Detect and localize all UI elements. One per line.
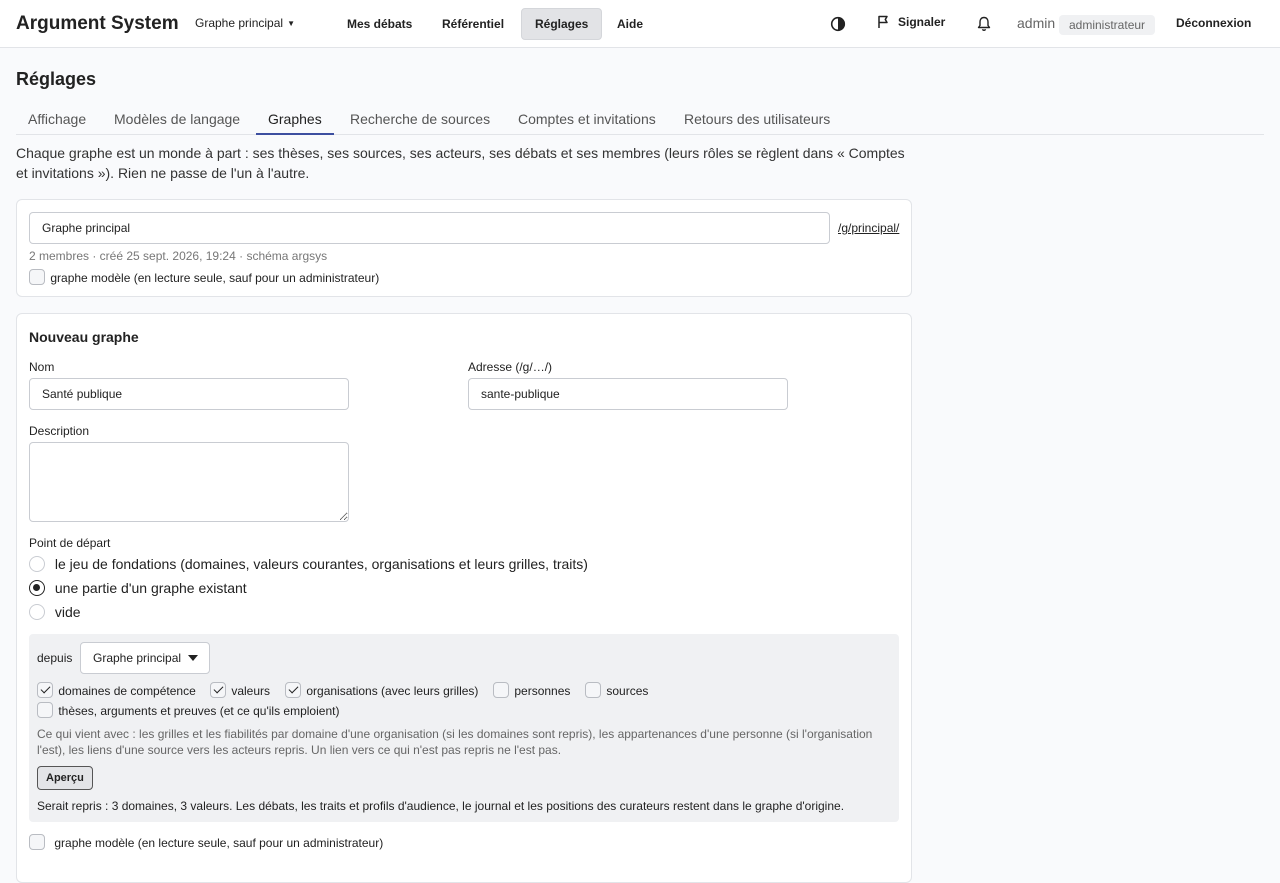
intro-text: Chaque graphe est un monde à part : ses … — [16, 145, 905, 181]
existing-graph-card: /g/principal/ 2 membres · créé 25 sept. … — [16, 199, 912, 297]
from-label: depuis — [37, 651, 73, 665]
logout-button[interactable]: Déconnexion — [1176, 16, 1251, 30]
caret-down-icon: ▼ — [287, 19, 295, 28]
include-persons-checkbox[interactable] — [493, 682, 509, 698]
name-input[interactable] — [29, 378, 349, 410]
include-domains-option[interactable]: domaines de compétence — [37, 682, 196, 698]
include-theses-label: thèses, arguments et preuves (et ce qu'i… — [58, 704, 340, 718]
new-template-option[interactable]: graphe modèle (en lecture seule, sauf po… — [29, 834, 383, 850]
include-values-checkbox[interactable] — [210, 682, 226, 698]
role-badge: administrateur — [1059, 15, 1156, 35]
app-brand[interactable]: Argument System — [16, 13, 179, 35]
source-graph-select[interactable]: Graphe principal — [80, 642, 210, 674]
description-textarea[interactable] — [29, 442, 349, 522]
carry-over-note: Ce qui vient avec : les grilles et les f… — [37, 727, 873, 757]
new-template-checkbox[interactable] — [29, 834, 45, 850]
name-label: Nom — [29, 360, 55, 374]
tab-modeles-de-langage[interactable]: Modèles de langage — [102, 104, 252, 135]
tab-recherche-de-sources[interactable]: Recherche de sources — [338, 104, 502, 135]
include-sources-option[interactable]: sources — [585, 682, 648, 698]
include-organisations-option[interactable]: organisations (avec leurs grilles) — [285, 682, 478, 698]
nav-mes-debats[interactable]: Mes débats — [334, 8, 425, 40]
start-option-foundations[interactable]: le jeu de fondations (domaines, valeurs … — [29, 556, 588, 572]
nav-referentiel[interactable]: Référentiel — [429, 8, 517, 40]
start-option-empty[interactable]: vide — [29, 604, 81, 620]
include-domains-checkbox[interactable] — [37, 682, 53, 698]
include-organisations-checkbox[interactable] — [285, 682, 301, 698]
graph-selector[interactable]: Graphe principal ▼ — [195, 16, 295, 30]
start-point-label: Point de départ — [29, 536, 111, 550]
graph-path-link[interactable]: /g/principal/ — [838, 221, 899, 235]
new-graph-heading: Nouveau graphe — [29, 329, 139, 345]
address-label: Adresse (/g/…/) — [468, 360, 553, 374]
tab-comptes-et-invitations[interactable]: Comptes et invitations — [506, 104, 668, 135]
address-input[interactable] — [468, 378, 788, 410]
include-values-option[interactable]: valeurs — [210, 682, 270, 698]
tab-graphes[interactable]: Graphes — [256, 104, 334, 135]
include-theses-option[interactable]: thèses, arguments et preuves (et ce qu'i… — [37, 702, 339, 718]
start-option-partial-label: une partie d'un graphe existant — [54, 580, 247, 596]
existing-template-checkbox[interactable] — [29, 269, 45, 285]
start-option-empty-label: vide — [54, 604, 81, 620]
user-name: admin — [1017, 15, 1056, 31]
caret-down-icon — [188, 655, 199, 661]
flag-icon — [878, 15, 888, 28]
description-label: Description — [29, 424, 90, 438]
start-radio-empty[interactable] — [29, 604, 45, 620]
nav-aide[interactable]: Aide — [604, 8, 656, 40]
source-graph-value: Graphe principal — [93, 651, 182, 665]
graph-meta: 2 membres · créé 25 sept. 2026, 19:24 · … — [29, 249, 328, 263]
include-values-label: valeurs — [231, 684, 271, 698]
preview-button[interactable]: Aperçu — [37, 766, 93, 790]
bell-icon[interactable] — [974, 14, 994, 34]
existing-template-option[interactable]: graphe modèle (en lecture seule, sauf po… — [29, 269, 379, 285]
new-template-label: graphe modèle (en lecture seule, sauf po… — [54, 836, 384, 850]
settings-tabs: Affichage Modèles de langage Graphes Rec… — [16, 104, 1264, 135]
contrast-toggle-icon[interactable] — [828, 14, 848, 34]
include-domains-label: domaines de compétence — [58, 684, 196, 698]
existing-template-label: graphe modèle (en lecture seule, sauf po… — [50, 271, 380, 285]
source-panel: depuis Graphe principal domaines de comp… — [29, 634, 899, 822]
tab-retours-des-utilisateurs[interactable]: Retours des utilisateurs — [672, 104, 842, 135]
start-option-foundations-label: le jeu de fondations (domaines, valeurs … — [54, 556, 588, 572]
report-button[interactable]: Signaler — [876, 15, 945, 29]
graph-selector-label: Graphe principal — [195, 16, 284, 30]
include-sources-checkbox[interactable] — [585, 682, 601, 698]
include-persons-option[interactable]: personnes — [493, 682, 570, 698]
preview-result: Serait repris : 3 domaines, 3 valeurs. L… — [37, 799, 845, 813]
page-title: Réglages — [16, 69, 97, 89]
graph-name-input[interactable] — [29, 212, 830, 244]
top-bar: Argument System Graphe principal ▼ Mes dé… — [0, 0, 1280, 48]
tab-affichage[interactable]: Affichage — [16, 104, 98, 135]
start-radio-partial[interactable] — [29, 580, 45, 596]
start-radio-foundations[interactable] — [29, 556, 45, 572]
include-persons-label: personnes — [514, 684, 571, 698]
include-organisations-label: organisations (avec leurs grilles) — [306, 684, 479, 698]
report-label: Signaler — [898, 15, 946, 29]
include-sources-label: sources — [606, 684, 649, 698]
start-option-partial[interactable]: une partie d'un graphe existant — [29, 580, 247, 596]
nav-reglages[interactable]: Réglages — [521, 8, 603, 40]
include-theses-checkbox[interactable] — [37, 702, 53, 718]
new-graph-card: Nouveau graphe Nom Adresse (/g/…/) Descr… — [16, 313, 912, 883]
